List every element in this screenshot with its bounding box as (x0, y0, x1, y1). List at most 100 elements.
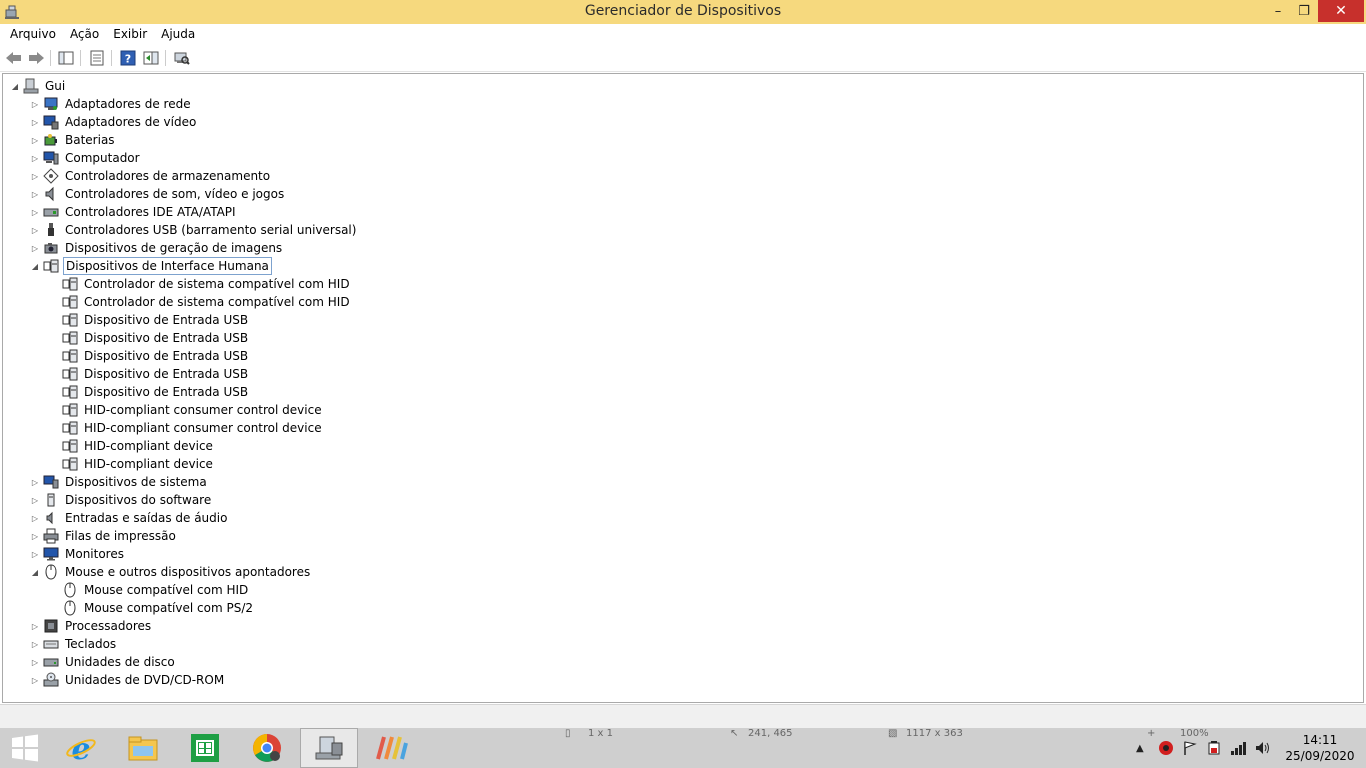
tray-network-icon[interactable] (1230, 728, 1248, 768)
expand-arrow-icon[interactable]: ▷ (29, 617, 41, 635)
tree-category-row[interactable]: ▷ Adaptadores de rede (29, 95, 193, 113)
taskbar-chrome[interactable] (238, 728, 296, 768)
back-arrow-icon[interactable] (4, 49, 24, 67)
expand-arrow-icon[interactable]: ▷ (29, 527, 41, 545)
tree-category-row[interactable]: ▷ Processadores (29, 617, 153, 635)
tree-category-row[interactable]: ▷ Unidades de disco (29, 653, 177, 671)
expand-arrow-icon[interactable]: ▷ (29, 113, 41, 131)
expand-arrow-icon[interactable]: ▷ (29, 95, 41, 113)
expand-arrow-icon[interactable]: ▷ (29, 545, 41, 563)
disk-drive-icon (43, 654, 59, 670)
tree-device-row[interactable]: Mouse compatível com HID (48, 581, 250, 599)
tree-node-label: Mouse compatível com HID (84, 583, 249, 597)
ghost-pixel-size: ▯ (565, 728, 571, 739)
expand-arrow-icon[interactable]: ▷ (29, 509, 41, 527)
tree-category-row[interactable]: ◢ Dispositivos de Interface Humana (29, 257, 272, 275)
toolbar: ? (0, 44, 1366, 72)
tree-device-row[interactable]: Dispositivo de Entrada USB (48, 329, 250, 347)
expand-arrow-icon[interactable]: ▷ (29, 239, 41, 257)
tree-device-row[interactable]: HID-compliant device (48, 455, 215, 473)
tray-power-icon[interactable] (1206, 728, 1222, 768)
expand-arrow-icon[interactable]: ▷ (29, 203, 41, 221)
menu-exibir[interactable]: Exibir (107, 24, 153, 44)
tree-category-row[interactable]: ▷ Computador (29, 149, 142, 167)
tree-category-row[interactable]: ▷ Baterias (29, 131, 117, 149)
software-device-icon (43, 492, 59, 508)
collapse-arrow-icon[interactable]: ◢ (29, 257, 41, 275)
show-hide-console-tree-icon[interactable] (56, 49, 76, 67)
close-button[interactable]: ✕ (1318, 0, 1364, 22)
hid-device-icon (62, 294, 78, 310)
ghost-plus-icon: + (1147, 728, 1156, 739)
tree-root-row[interactable]: ◢ Gui (9, 77, 67, 95)
tree-category-row[interactable]: ▷ Dispositivos de sistema (29, 473, 209, 491)
taskbar-store[interactable] (176, 728, 234, 768)
expand-arrow-icon[interactable]: ▷ (29, 653, 41, 671)
menu-ajuda[interactable]: Ajuda (155, 24, 201, 44)
menu-acao[interactable]: Ação (64, 24, 105, 44)
tree-category-row[interactable]: ▷ Controladores USB (barramento serial un… (29, 221, 358, 239)
tree-device-row[interactable]: Dispositivo de Entrada USB (48, 365, 250, 383)
scan-hardware-icon[interactable] (172, 49, 192, 67)
tree-category-row[interactable]: ▷ Controladores de armazenamento (29, 167, 272, 185)
menu-arquivo[interactable]: Arquivo (4, 24, 62, 44)
tree-root-label: Gui (45, 79, 66, 93)
tree-node-label: Dispositivo de Entrada USB (84, 331, 249, 345)
tree-device-row[interactable]: Mouse compatível com PS/2 (48, 599, 255, 617)
taskbar-paint-app[interactable] (362, 728, 420, 768)
mouse-icon (43, 564, 59, 580)
maximize-button[interactable]: ❐ (1291, 0, 1317, 22)
tree-device-row[interactable]: Dispositivo de Entrada USB (48, 383, 250, 401)
device-tree[interactable]: ◢ Gui ▷ Adaptadores de rede ▷ Adaptadores d… (2, 73, 1364, 703)
tree-node-label: Dispositivos de geração de imagens (65, 241, 283, 255)
tray-volume-icon[interactable] (1254, 728, 1272, 768)
expand-arrow-icon[interactable]: ▷ (29, 149, 41, 167)
tree-category-row[interactable]: ▷ Dispositivos de geração de imagens (29, 239, 284, 257)
action-pane-icon[interactable] (141, 49, 161, 67)
tree-category-row[interactable]: ▷ Teclados (29, 635, 118, 653)
tree-category-row[interactable]: ▷ Adaptadores de vídeo (29, 113, 198, 131)
collapse-arrow-icon[interactable]: ◢ (29, 563, 41, 581)
tree-category-row[interactable]: ▷ Entradas e saídas de áudio (29, 509, 229, 527)
expand-arrow-icon[interactable]: ▷ (29, 221, 41, 239)
tray-security-icon[interactable] (1158, 728, 1174, 768)
tree-device-row[interactable]: HID-compliant consumer control device (48, 419, 324, 437)
expand-arrow-icon[interactable]: ▷ (29, 167, 41, 185)
tree-category-row[interactable]: ▷ Controladores de som, vídeo e jogos (29, 185, 286, 203)
properties-icon[interactable] (87, 49, 107, 67)
tree-device-row[interactable]: Controlador de sistema compatível com HI… (48, 293, 352, 311)
mouse-device-icon (62, 582, 78, 598)
tree-category-row[interactable]: ▷ Dispositivos do software (29, 491, 213, 509)
tray-clock[interactable]: 14:11 25/09/2020 (1280, 732, 1360, 764)
tray-flag-icon[interactable] (1182, 728, 1198, 768)
taskbar-device-manager[interactable] (300, 728, 358, 768)
forward-arrow-icon[interactable] (26, 49, 46, 67)
audio-io-icon (43, 510, 59, 526)
minimize-button[interactable]: – (1265, 0, 1291, 22)
tree-category-row[interactable]: ▷ Filas de impressão (29, 527, 178, 545)
tree-device-row[interactable]: Dispositivo de Entrada USB (48, 347, 250, 365)
tree-device-row[interactable]: HID-compliant consumer control device (48, 401, 324, 419)
collapse-arrow-icon[interactable]: ◢ (9, 77, 21, 95)
tree-category-row[interactable]: ◢ Mouse e outros dispositivos apontadores (29, 563, 312, 581)
tree-category-row[interactable]: ▷ Controladores IDE ATA/ATAPI (29, 203, 238, 221)
help-icon[interactable]: ? (118, 49, 138, 67)
tree-node-label: Dispositivo de Entrada USB (84, 367, 249, 381)
expand-arrow-icon[interactable]: ▷ (29, 635, 41, 653)
expand-arrow-icon[interactable]: ▷ (29, 671, 41, 689)
tree-device-row[interactable]: Dispositivo de Entrada USB (48, 311, 250, 329)
tree-device-row[interactable]: Controlador de sistema compatível com HI… (48, 275, 352, 293)
taskbar-file-explorer[interactable] (114, 728, 172, 768)
taskbar-internet-explorer[interactable]: e (52, 728, 110, 768)
expand-arrow-icon[interactable]: ▷ (29, 473, 41, 491)
tree-category-row[interactable]: ▷ Monitores (29, 545, 126, 563)
expand-arrow-icon[interactable]: ▷ (29, 185, 41, 203)
expand-arrow-icon[interactable]: ▷ (29, 131, 41, 149)
tree-node-label: Filas de impressão (65, 529, 176, 543)
show-hidden-icons-button[interactable]: ▲ (1136, 728, 1144, 768)
expand-arrow-icon[interactable]: ▷ (29, 491, 41, 509)
tree-category-row[interactable]: ▷ Unidades de DVD/CD-ROM (29, 671, 226, 689)
title-bar[interactable]: Gerenciador de Dispositivos – ❐ ✕ (0, 0, 1366, 24)
start-button[interactable] (0, 728, 50, 768)
tree-device-row[interactable]: HID-compliant device (48, 437, 215, 455)
